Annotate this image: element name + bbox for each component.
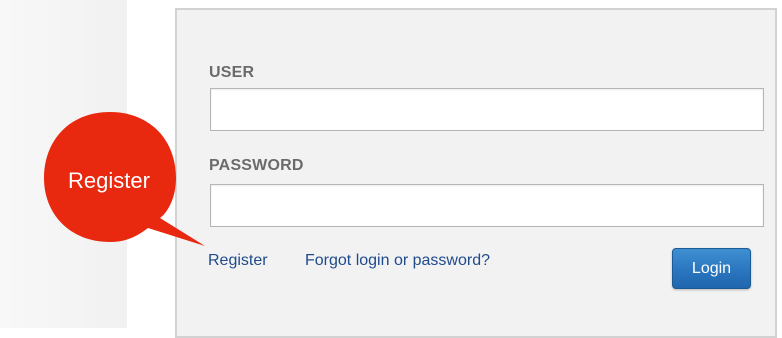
- user-label: USER: [209, 64, 255, 81]
- login-button[interactable]: Login: [672, 248, 751, 289]
- register-link[interactable]: Register: [208, 252, 268, 270]
- left-background: [0, 0, 127, 328]
- user-input[interactable]: [210, 88, 764, 131]
- password-input[interactable]: [210, 184, 764, 227]
- password-label: PASSWORD: [209, 157, 304, 174]
- forgot-login-link[interactable]: Forgot login or password?: [305, 252, 490, 270]
